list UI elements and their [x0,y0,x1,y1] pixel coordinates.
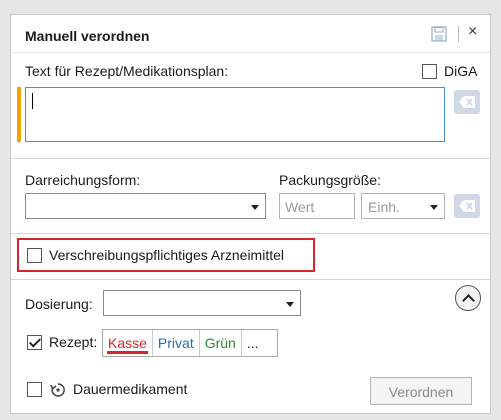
dialog-title: Manuell verordnen [25,28,150,44]
dosierung-dropdown[interactable] [103,290,301,316]
packungsgroesse-label: Packungsgröße: [279,172,381,188]
rezept-option-more[interactable]: ... [242,330,264,356]
rezept-option-gruen[interactable]: Grün [200,330,241,356]
title-bar: Manuell verordnen × [11,15,490,53]
required-indicator [17,87,21,142]
prescription-required-label: Verschreibungspflichtiges Arzneimittel [49,247,285,263]
diga-label: DiGA [444,63,478,79]
dosierung-label: Dosierung: [25,296,93,312]
rezept-text-label: Text für Rezept/Medikationsplan: [25,63,229,79]
clear-text-button[interactable] [454,90,480,114]
verordnen-button[interactable]: Verordnen [370,377,472,405]
packungsgroesse-einheit-dropdown[interactable]: Einh. [361,193,445,219]
titlebar-separator [458,26,459,42]
collapse-up-button[interactable] [455,285,481,311]
einheit-placeholder: Einh. [368,199,400,215]
rezept-option-kasse[interactable]: Kasse [103,330,152,356]
dauermedikament-label: Dauermedikament [73,381,188,397]
packungsgroesse-wert-input[interactable]: Wert [279,193,355,219]
chevron-down-icon [286,302,294,307]
rezept-checkbox[interactable] [27,335,42,350]
cycle-icon [50,383,65,397]
section-divider [11,279,490,280]
section-divider [11,158,490,159]
save-icon[interactable] [431,26,447,42]
dauermedikament-checkbox[interactable] [27,382,42,397]
close-icon[interactable]: × [468,23,477,41]
manual-prescribe-dialog: Manuell verordnen × Text für Rezept/Medi… [10,14,491,414]
clear-packungsgroesse-button[interactable] [454,194,480,218]
rezept-type-selector: Kasse Privat Grün ... [102,329,278,357]
rezept-option-privat[interactable]: Privat [153,330,199,356]
backspace-clear-icon [459,200,475,212]
rezept-label: Rezept: [49,334,98,350]
text-caret [32,93,33,109]
diga-checkbox[interactable] [422,64,437,79]
wert-placeholder: Wert [285,199,315,215]
section-divider [11,233,490,234]
darreichungsform-label: Darreichungsform: [25,172,141,188]
chevron-down-icon [251,205,259,210]
rezept-text-input[interactable] [25,87,445,142]
chevron-down-icon [430,205,438,210]
darreichungsform-dropdown[interactable] [25,193,266,219]
backspace-clear-icon [459,96,475,108]
prescription-required-checkbox[interactable] [27,248,42,263]
